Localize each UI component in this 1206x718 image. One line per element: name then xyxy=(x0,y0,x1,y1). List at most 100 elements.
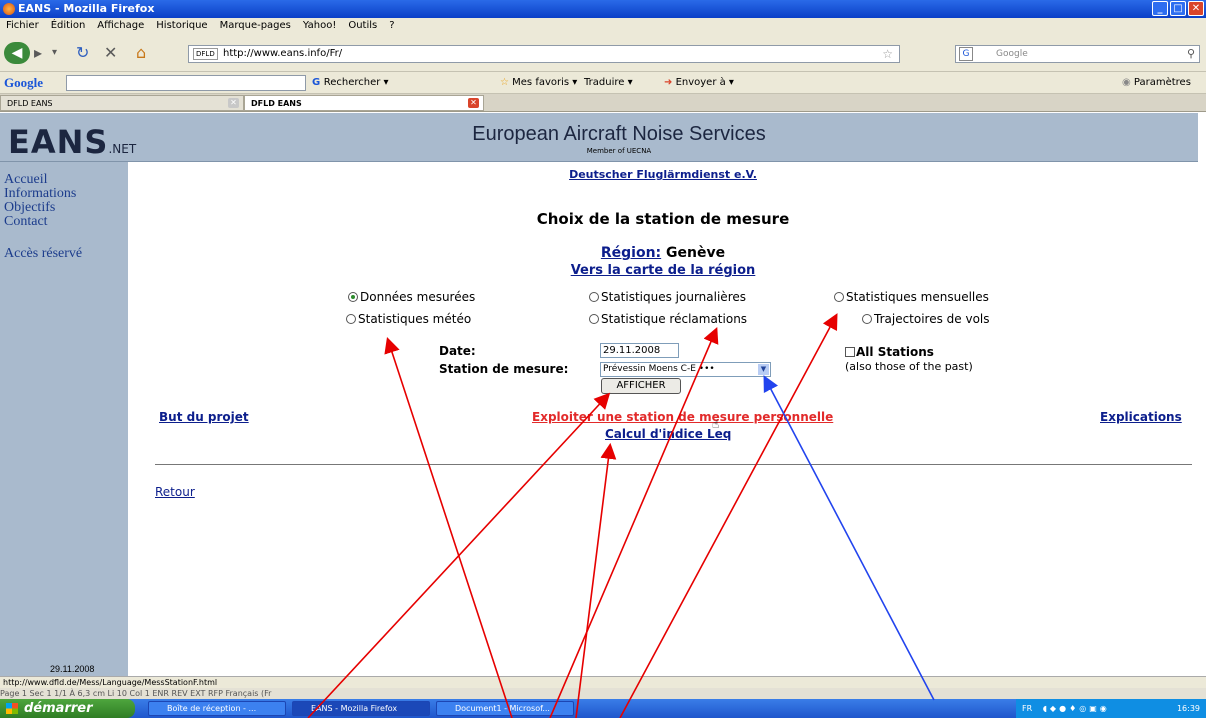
exploiter-station-link[interactable]: Exploiter une station de mesure personne… xyxy=(532,410,833,424)
hand-cursor-icon: ☝ xyxy=(712,417,720,431)
close-window-button[interactable]: ✕ xyxy=(1188,1,1204,16)
back-arrow-icon[interactable]: ◀ xyxy=(4,42,30,64)
date-input[interactable]: 29.11.2008 xyxy=(600,343,679,358)
taskbar: démarrer Boîte de réception - ... EANS -… xyxy=(0,699,1206,718)
chevron-down-icon[interactable]: ▼ xyxy=(758,364,769,375)
radio-empty-icon[interactable] xyxy=(589,314,599,324)
task-firefox[interactable]: EANS - Mozilla Firefox xyxy=(292,701,430,716)
google-search-button[interactable]: G Rechercher ▾ xyxy=(312,76,389,90)
region-map-link[interactable]: Vers la carte de la région xyxy=(128,263,1198,278)
radio-statistique-reclamations[interactable]: Statistique réclamations xyxy=(589,312,747,326)
menu-edition[interactable]: Édition xyxy=(51,20,86,31)
page-title: Choix de la station de mesure xyxy=(536,210,790,228)
forward-arrow-icon[interactable]: ▸ xyxy=(34,43,42,63)
url-bar[interactable]: DFLD http://www.eans.info/Fr/ ☆ xyxy=(188,45,900,63)
firefox-icon xyxy=(3,3,15,15)
station-label: Station de mesure: xyxy=(439,362,569,376)
history-dropdown-icon[interactable]: ▾ xyxy=(52,43,57,63)
google-search-input[interactable] xyxy=(66,75,306,91)
window-title: EANS - Mozilla Firefox xyxy=(18,2,155,15)
search-input[interactable]: G Google ⚲ xyxy=(955,45,1200,63)
search-engine-icon[interactable]: G xyxy=(959,47,973,61)
search-icon[interactable]: ⚲ xyxy=(1187,46,1195,62)
star-icon: ☆ xyxy=(500,77,513,88)
home-icon[interactable]: ⌂ xyxy=(136,43,146,63)
radio-empty-icon[interactable] xyxy=(862,314,872,324)
google-favorites-button[interactable]: ☆ Mes favoris ▾ xyxy=(500,76,577,90)
task-inbox[interactable]: Boîte de réception - ... xyxy=(148,701,286,716)
menu-historique[interactable]: Historique xyxy=(156,20,207,31)
menu-marque-pages[interactable]: Marque-pages xyxy=(220,20,291,31)
site-title: European Aircraft Noise Services xyxy=(472,123,766,145)
word-status-bar: Page 1 Sec 1 1/1 À 6,3 cm Li 10 Col 1 EN… xyxy=(0,688,1206,699)
tray-icons[interactable]: ◖◆●♦◎▣◉ xyxy=(1043,704,1110,713)
url-text: http://www.eans.info/Fr/ xyxy=(223,48,343,59)
google-logo: Google xyxy=(4,75,43,90)
task-word-document[interactable]: Document1 - Microsof... xyxy=(436,701,574,716)
retour-link[interactable]: Retour xyxy=(155,485,195,499)
radio-statistiques-meteo[interactable]: Statistiques météo xyxy=(346,312,471,326)
sidebar-item-acces-reserve[interactable]: Accès réservé xyxy=(4,246,82,262)
sidebar-item-contact[interactable]: Contact xyxy=(4,214,48,230)
checkbox-icon[interactable] xyxy=(845,347,855,357)
radio-empty-icon[interactable] xyxy=(834,292,844,302)
menu-bar: Fichier Édition Affichage Historique Marque-… xyxy=(0,18,1206,34)
radio-donnees-mesurees[interactable]: Données mesurées xyxy=(348,290,475,304)
google-g-icon: G xyxy=(312,77,324,88)
menu-outils[interactable]: Outils xyxy=(348,20,377,31)
site-identity-badge[interactable]: DFLD xyxy=(193,48,218,60)
window-titlebar: EANS - Mozilla Firefox _ □ ✕ xyxy=(0,0,1206,18)
google-settings-button[interactable]: ◉ Paramètres xyxy=(1122,76,1191,90)
windows-logo-icon xyxy=(6,703,18,714)
tab-bar: DFLD EANS ✕ DFLD EANS ✕ xyxy=(0,94,1206,112)
tab-close-icon[interactable]: ✕ xyxy=(228,98,239,108)
google-toolbar: Google G Rechercher ▾ ☆ Mes favoris ▾ Tr… xyxy=(0,72,1206,94)
clock: 16:39 xyxy=(1176,704,1200,713)
region-line: Région: Genève xyxy=(128,245,1198,261)
system-tray: FR ◖◆●♦◎▣◉ 16:39 xyxy=(1016,699,1206,718)
member-note: Member of UECNA xyxy=(586,147,652,155)
radio-statistiques-journalieres[interactable]: Statistiques journalières xyxy=(589,290,746,304)
google-translate-button[interactable]: Traduire ▾ xyxy=(584,76,633,90)
navigation-toolbar: ◀ ▸ ▾ ↻ ✕ ⌂ DFLD http://www.eans.info/Fr… xyxy=(0,34,1206,72)
radio-trajectoires-de-vols[interactable]: Trajectoires de vols xyxy=(862,312,990,326)
tab-dfld-eans-2[interactable]: DFLD EANS ✕ xyxy=(244,95,484,111)
tab-close-icon[interactable]: ✕ xyxy=(468,98,479,108)
explications-link[interactable]: Explications xyxy=(1100,410,1182,424)
maximize-button[interactable]: □ xyxy=(1170,1,1186,16)
radio-statistiques-mensuelles[interactable]: Statistiques mensuelles xyxy=(834,290,989,304)
menu-affichage[interactable]: Affichage xyxy=(97,20,144,31)
radio-empty-icon[interactable] xyxy=(346,314,356,324)
radio-empty-icon[interactable] xyxy=(589,292,599,302)
afficher-button[interactable]: AFFICHER xyxy=(601,378,681,394)
divider xyxy=(155,464,1192,465)
tray-language[interactable]: FR xyxy=(1022,704,1032,713)
region-link[interactable]: Région: xyxy=(601,245,661,261)
send-icon: ➜ xyxy=(664,77,676,88)
tab-dfld-eans-1[interactable]: DFLD EANS ✕ xyxy=(0,95,244,111)
bookmark-star-icon[interactable]: ☆ xyxy=(882,46,893,62)
but-du-projet-link[interactable]: But du projet xyxy=(159,410,249,424)
dfld-link[interactable]: Deutscher Fluglärmdienst e.V. xyxy=(128,168,1198,181)
minimize-button[interactable]: _ xyxy=(1152,1,1168,16)
search-placeholder: Google xyxy=(996,49,1028,59)
reload-icon[interactable]: ↻ xyxy=(76,43,89,63)
date-label: Date: xyxy=(439,344,476,358)
menu-help[interactable]: ? xyxy=(389,20,394,31)
menu-fichier[interactable]: Fichier xyxy=(6,20,39,31)
station-select[interactable]: Prévessin Moens C-E ••• ▼ xyxy=(600,362,771,377)
settings-icon: ◉ xyxy=(1122,77,1134,88)
start-button[interactable]: démarrer xyxy=(0,699,135,718)
status-bar: http://www.dfld.de/Mess/Language/MessSta… xyxy=(0,676,1206,688)
all-stations-checkbox[interactable]: All Stations xyxy=(845,345,934,359)
google-send-button[interactable]: ➜ Envoyer à ▾ xyxy=(664,76,734,90)
site-header: EANS.NET European Aircraft Noise Service… xyxy=(0,113,1198,162)
stop-icon[interactable]: ✕ xyxy=(104,43,117,63)
all-stations-note: (also those of the past) xyxy=(845,360,973,373)
sidebar: Accueil Informations Objectifs Contact A… xyxy=(0,162,128,676)
station-selected-value: Prévessin Moens C-E ••• xyxy=(603,364,715,374)
region-value: Genève xyxy=(666,245,726,261)
radio-selected-icon[interactable] xyxy=(348,292,358,302)
sidebar-date: 29.11.2008 xyxy=(50,664,95,674)
menu-yahoo[interactable]: Yahoo! xyxy=(303,20,336,31)
